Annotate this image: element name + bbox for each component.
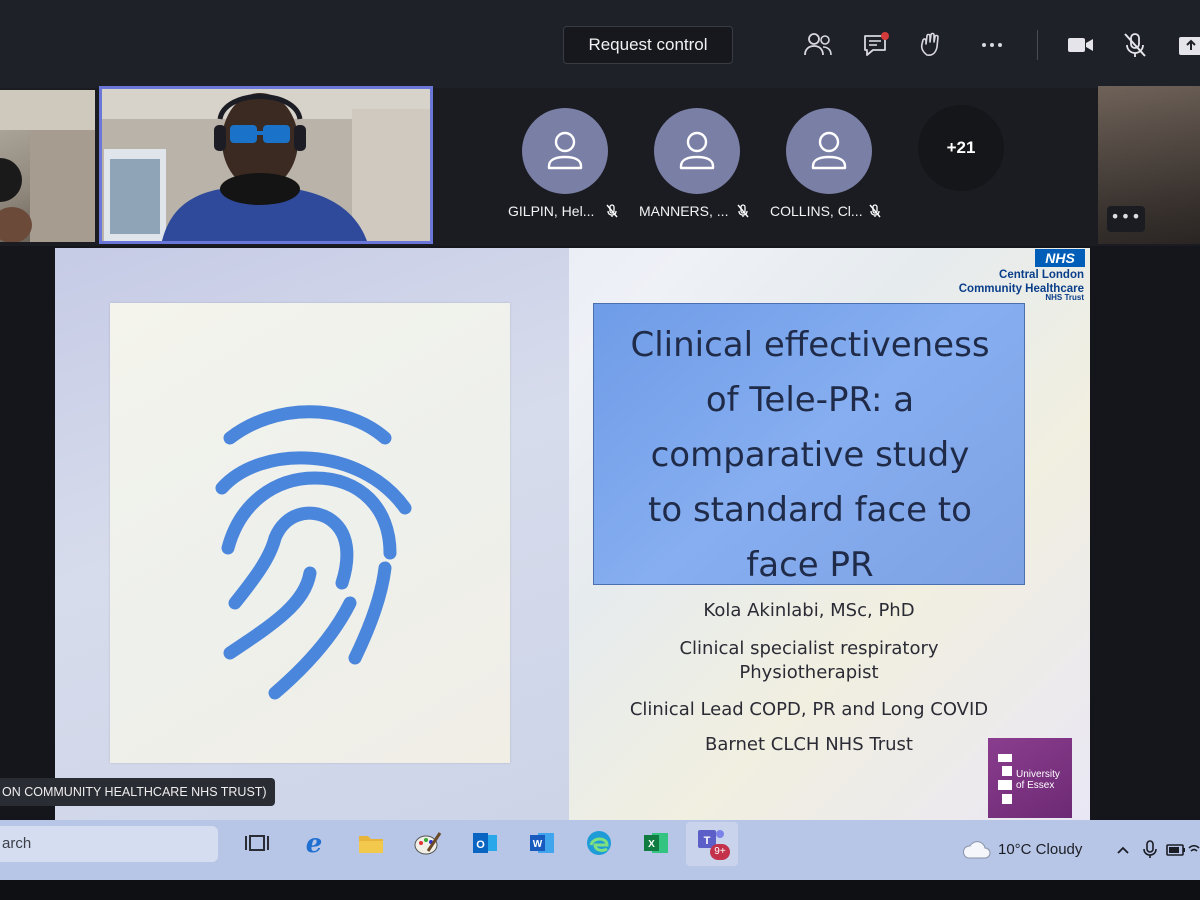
microphone-tray-icon[interactable] bbox=[1140, 838, 1160, 860]
slide-title-box: Clinical effectiveness of Tele-PR: a com… bbox=[593, 303, 1025, 585]
participant-avatar[interactable] bbox=[786, 108, 872, 194]
outlook-icon[interactable]: O bbox=[469, 827, 501, 859]
raise-hand-icon[interactable] bbox=[915, 28, 949, 62]
mic-off-icon bbox=[606, 204, 618, 218]
mic-off-icon bbox=[737, 204, 749, 218]
university-name-line: of Essex bbox=[1016, 780, 1055, 791]
nhs-organisation-name: Central London Community Healthcare bbox=[959, 268, 1084, 296]
person-icon bbox=[811, 131, 847, 170]
slide-title-line: face PR bbox=[746, 545, 874, 585]
shared-presentation-slide: Clinical effectiveness of Tele-PR: a com… bbox=[55, 248, 1090, 820]
author-role-line1: Clinical specialist respiratory bbox=[679, 638, 939, 659]
slide-title-line: comparative study bbox=[650, 435, 970, 475]
people-icon[interactable] bbox=[801, 28, 835, 62]
svg-text:W: W bbox=[533, 839, 543, 850]
chat-icon[interactable] bbox=[858, 28, 892, 62]
internet-explorer-icon[interactable]: e bbox=[298, 827, 330, 859]
author-lead-role: Clinical Lead COPD, PR and Long COVID bbox=[629, 699, 989, 720]
nhs-logo: NHS bbox=[1035, 249, 1085, 267]
svg-text:e: e bbox=[306, 829, 323, 859]
more-participants-button[interactable]: +21 bbox=[918, 105, 1004, 191]
mic-muted-icon[interactable] bbox=[1118, 28, 1152, 62]
tile-more-options-button[interactable]: ••• bbox=[1107, 206, 1145, 232]
file-explorer-icon[interactable] bbox=[355, 827, 387, 859]
slide-title-line: Clinical effectiveness bbox=[630, 325, 990, 365]
slide-title-line: of Tele-PR: a bbox=[705, 380, 915, 420]
slide-title: Clinical effectiveness of Tele-PR: a com… bbox=[594, 318, 1026, 593]
svg-text:O: O bbox=[476, 839, 485, 851]
taskbar-search-box[interactable]: arch bbox=[0, 826, 218, 862]
participant-name: GILPIN, Hel... bbox=[508, 203, 595, 219]
participant-name: COLLINS, Cl... bbox=[770, 203, 863, 219]
battery-icon[interactable] bbox=[1165, 840, 1187, 860]
author-name: Kola Akinlabi, MSc, PhD bbox=[703, 600, 915, 621]
active-speaker-video[interactable] bbox=[99, 86, 433, 244]
weather-widget[interactable]: 10°C Cloudy bbox=[998, 841, 1082, 858]
task-view-icon[interactable] bbox=[241, 827, 273, 859]
participant-avatar[interactable] bbox=[522, 108, 608, 194]
person-icon bbox=[679, 131, 715, 170]
chevron-up-icon[interactable] bbox=[1113, 840, 1133, 860]
speaker-video-image bbox=[102, 89, 430, 241]
university-logo: University of Essex bbox=[988, 738, 1072, 818]
nhs-trust-label: NHS Trust bbox=[1045, 293, 1084, 302]
fingerprint-icon bbox=[215, 405, 412, 700]
edge-icon[interactable] bbox=[583, 827, 615, 859]
screen-bezel bbox=[0, 880, 1200, 900]
person-icon bbox=[547, 131, 583, 170]
participant-video-left[interactable] bbox=[0, 90, 95, 242]
wifi-icon[interactable] bbox=[1188, 840, 1200, 860]
fingerprint-image-card bbox=[110, 303, 510, 763]
participant-name: MANNERS, ... bbox=[639, 203, 729, 219]
author-organisation: Barnet CLCH NHS Trust bbox=[705, 734, 913, 755]
teams-icon: T bbox=[698, 830, 724, 848]
excel-icon[interactable]: X bbox=[640, 827, 672, 859]
paint-icon[interactable] bbox=[412, 827, 444, 859]
more-options-icon[interactable] bbox=[975, 28, 1009, 62]
author-role-line2: Physiotherapist bbox=[739, 662, 879, 683]
camera-icon[interactable] bbox=[1063, 28, 1097, 62]
presenter-name-caption: ON COMMUNITY HEALTHCARE NHS TRUST) bbox=[0, 778, 275, 806]
university-name-line: University bbox=[1016, 769, 1060, 780]
svg-text:X: X bbox=[648, 839, 655, 850]
word-icon[interactable]: W bbox=[526, 827, 558, 859]
mic-off-icon bbox=[869, 204, 881, 218]
participant-avatar[interactable] bbox=[654, 108, 740, 194]
university-name: University of Essex bbox=[1016, 769, 1060, 791]
slide-title-line: to standard face to bbox=[648, 490, 972, 530]
toolbar-divider bbox=[1037, 30, 1038, 60]
cloud-icon bbox=[963, 841, 991, 859]
participant-video-image bbox=[0, 90, 95, 242]
svg-text:T: T bbox=[704, 835, 711, 847]
share-screen-icon[interactable] bbox=[1172, 28, 1200, 62]
teams-taskbar-button[interactable]: T 9+ bbox=[686, 822, 738, 866]
nhs-org-line: Central London bbox=[999, 269, 1084, 281]
request-control-button[interactable]: Request control bbox=[563, 26, 733, 64]
teams-notification-badge: 9+ bbox=[710, 844, 730, 860]
